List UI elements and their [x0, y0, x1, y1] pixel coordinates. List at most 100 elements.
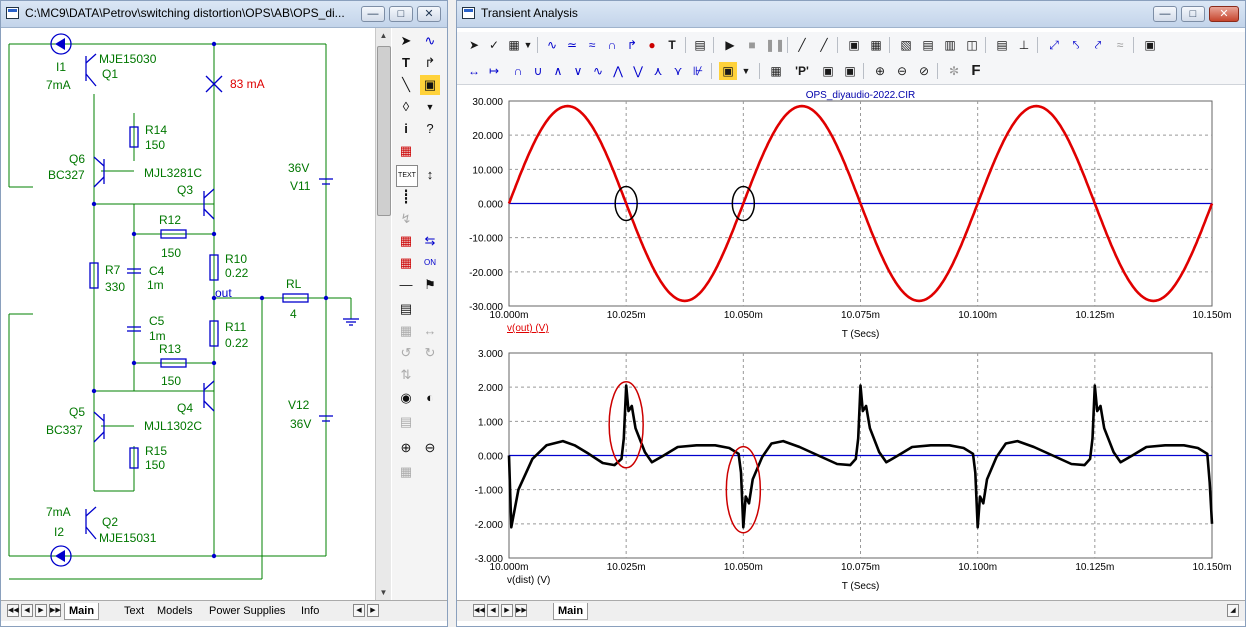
curve-icon[interactable]: ∿	[543, 36, 561, 54]
graph-icon[interactable]: ✓	[485, 36, 503, 54]
tab-info[interactable]: Info	[301, 603, 319, 619]
font-icon[interactable]: F	[967, 62, 985, 80]
on-icon[interactable]: ON	[420, 253, 440, 273]
pin-icon[interactable]: —	[396, 275, 416, 295]
pause-icon[interactable]: ❚❚	[765, 36, 785, 54]
tag-mode-icon[interactable]: ▣	[819, 62, 837, 80]
text-tool-icon[interactable]: T	[396, 53, 416, 73]
schematic-canvas[interactable]: MJE15030 Q1 I1 7mA 83 mA R14 150 Q6 BC32…	[1, 28, 373, 600]
analysis-close-icon[interactable]: ✕	[1209, 6, 1239, 22]
schematic-scrollbar[interactable]: ▲ ▼	[375, 28, 391, 600]
settings-icon[interactable]: ▣	[1141, 36, 1159, 54]
zoom-fit-icon[interactable]: ⊘	[915, 62, 933, 80]
flag-icon[interactable]: ⚑	[420, 275, 440, 295]
properties-icon[interactable]: ▤	[691, 36, 709, 54]
tab-scroll-right-icon[interactable]: ▶	[367, 604, 379, 617]
dropdown-icon[interactable]: ▼	[420, 97, 440, 117]
tab-scroll-left-icon[interactable]: ◀	[353, 604, 365, 617]
info-icon[interactable]: i	[396, 119, 416, 139]
tab-power-supplies[interactable]: Power Supplies	[209, 603, 285, 619]
analysis-prev-tab-icon[interactable]: ◀	[487, 604, 499, 617]
help-icon[interactable]: ?	[420, 119, 440, 139]
last-tab-icon[interactable]: ▶▶	[49, 604, 61, 617]
voltage-icon[interactable]: ▦	[396, 231, 416, 251]
analysis-maximize-icon[interactable]: □	[1181, 6, 1205, 22]
scroll-up-icon[interactable]: ▲	[376, 28, 391, 43]
split-icon[interactable]: ◫	[963, 36, 981, 54]
binoculars-icon[interactable]: ◐	[420, 388, 440, 408]
component-icon[interactable]: ▣	[420, 75, 440, 95]
color-icon[interactable]: ✼	[945, 62, 963, 80]
tab-text[interactable]: Text	[124, 603, 144, 619]
animate-dropdown-icon[interactable]: ▼	[737, 62, 755, 80]
peak-find-icon[interactable]: ∩	[509, 62, 527, 80]
go-to-y-icon[interactable]: ⋎	[669, 62, 687, 80]
text-icon[interactable]: T	[663, 36, 681, 54]
zoom-out-icon[interactable]: ⊖	[420, 438, 440, 458]
cursor-right-icon[interactable]: ↦	[485, 62, 503, 80]
line-dots-icon[interactable]: ╱	[815, 36, 833, 54]
baseline-icon[interactable]: ▤	[993, 36, 1011, 54]
select-arrow-icon[interactable]: ➤	[396, 31, 416, 51]
go-to-x-icon[interactable]: ⋏	[649, 62, 667, 80]
zoom-in-icon[interactable]: ⊕	[871, 62, 889, 80]
min-icon[interactable]: ⋁	[629, 62, 647, 80]
run-icon[interactable]: ▶	[721, 36, 739, 54]
cursor4-icon[interactable]: ≈	[1111, 36, 1129, 54]
analysis-next-tab-icon[interactable]: ▶	[501, 604, 513, 617]
cursor-mode-icon[interactable]: ⤢	[1045, 36, 1063, 54]
curve2-icon[interactable]: ≃	[563, 36, 581, 54]
shapes-icon[interactable]: ◊	[396, 97, 416, 117]
select-icon[interactable]: ➤	[465, 36, 483, 54]
prev-tab-icon[interactable]: ◀	[21, 604, 33, 617]
schematic-title-bar[interactable]: C:\MC9\DATA\Petrov\switching distortion\…	[1, 1, 447, 28]
max-icon[interactable]: ⋀	[609, 62, 627, 80]
tokens-icon[interactable]: ⊥	[1015, 36, 1033, 54]
analysis-tab-main[interactable]: Main	[553, 603, 589, 620]
zoom-out-icon[interactable]: ⊖	[893, 62, 911, 80]
properties-icon[interactable]: ▤	[396, 299, 416, 319]
stop-icon[interactable]: ■	[743, 36, 761, 54]
frame-icon[interactable]: ▣	[845, 36, 863, 54]
analysis-minimize-icon[interactable]: —	[1153, 6, 1177, 22]
minimize-icon[interactable]: —	[361, 6, 385, 22]
ruler-icon[interactable]: ↕	[420, 165, 440, 185]
valley-find-icon[interactable]: ∪	[529, 62, 547, 80]
tag-horizontal-icon[interactable]: ▣	[841, 62, 859, 80]
analysis-title-bar[interactable]: Transient Analysis — □ ✕	[457, 1, 1245, 28]
low-icon[interactable]: ∨	[569, 62, 587, 80]
fine-grid-icon[interactable]: ▧	[897, 36, 915, 54]
orth-wire-icon[interactable]: ↱	[420, 53, 440, 73]
line-icon[interactable]: ╱	[793, 36, 811, 54]
maximize-icon[interactable]: □	[389, 6, 413, 22]
scroll-down-icon[interactable]: ▼	[376, 585, 391, 600]
zoom-in-icon[interactable]: ⊕	[396, 438, 416, 458]
power-icon[interactable]: ▦	[396, 253, 416, 273]
analysis-resize-icon[interactable]: ◢	[1227, 604, 1239, 617]
table-icon[interactable]: ▦	[767, 62, 785, 80]
grid-icon[interactable]: ▦	[867, 36, 885, 54]
high-icon[interactable]: ∧	[549, 62, 567, 80]
data-point-icon[interactable]: ●	[643, 36, 661, 54]
step-icon[interactable]: ↱	[623, 36, 641, 54]
animate-icon[interactable]: ▣	[719, 62, 737, 80]
analysis-last-tab-icon[interactable]: ▶▶	[515, 604, 527, 617]
plot-area[interactable]: 10.000m 10.025m 10.050m 10.075m 10.100m 10.12…	[457, 85, 1245, 599]
analysis-first-tab-icon[interactable]: ◀◀	[473, 604, 485, 617]
swap-icon[interactable]: ⇆	[420, 231, 440, 251]
cursor2-icon[interactable]: ⤣	[1067, 36, 1085, 54]
dropdown-arrow-icon[interactable]: ▼	[519, 36, 537, 54]
next-tab-icon[interactable]: ▶	[35, 604, 47, 617]
peak-icon[interactable]: ∩	[603, 36, 621, 54]
vgrid-icon[interactable]: ▥	[941, 36, 959, 54]
tab-main[interactable]: Main	[64, 603, 100, 620]
line-tool-icon[interactable]: ╲	[396, 75, 416, 95]
close-icon[interactable]: ✕	[417, 6, 441, 22]
cursor3-icon[interactable]: ⤤	[1089, 36, 1107, 54]
first-tab-icon[interactable]: ◀◀	[7, 604, 19, 617]
wire-icon[interactable]: ∿	[420, 31, 440, 51]
scroll-thumb[interactable]	[377, 46, 391, 216]
go-to-branch-icon[interactable]: ⊮	[689, 62, 707, 80]
curve3-icon[interactable]: ≈	[583, 36, 601, 54]
inflection-icon[interactable]: ∿	[589, 62, 607, 80]
